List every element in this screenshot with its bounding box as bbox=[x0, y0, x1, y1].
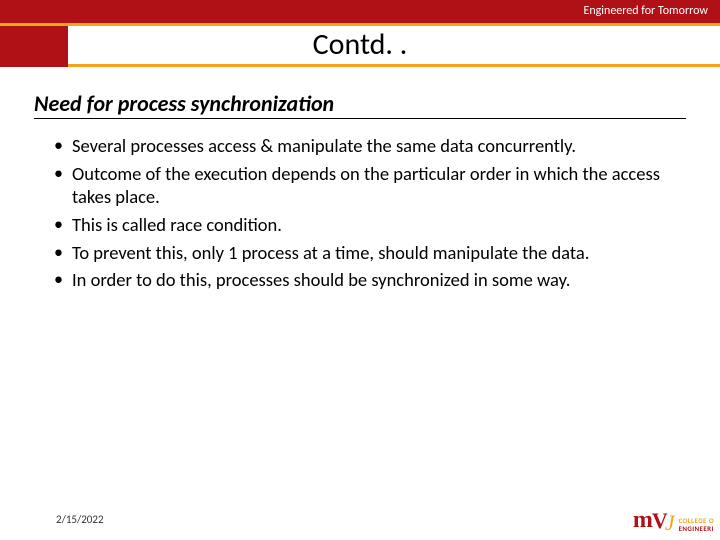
footer-date: 2/15/2022 bbox=[56, 513, 104, 526]
logo-text-line2: ENGINEERI bbox=[679, 525, 714, 532]
subtitle-rule bbox=[34, 118, 686, 119]
list-item: This is called race condition. bbox=[50, 213, 686, 237]
logo-mark: m V J bbox=[633, 508, 675, 532]
footer-logo: m V J COLLEGE O ENGINEERI bbox=[633, 508, 714, 532]
header-accent-band-lower bbox=[0, 64, 720, 67]
slide-title: Contd. . bbox=[0, 26, 720, 63]
tagline: Engineered for Tomorrow bbox=[583, 0, 708, 23]
subtitle: Need for process synchronization bbox=[34, 90, 334, 117]
list-item: Several processes access & manipulate th… bbox=[50, 134, 686, 158]
logo-letter-m: m bbox=[633, 508, 653, 532]
list-item: Outcome of the execution depends on the … bbox=[50, 162, 686, 209]
list-item: In order to do this, processes should be… bbox=[50, 268, 686, 292]
logo-text: COLLEGE O ENGINEERI bbox=[679, 517, 714, 532]
bullet-list: Several processes access & manipulate th… bbox=[50, 134, 686, 296]
slide: Engineered for Tomorrow Contd. . Need fo… bbox=[0, 0, 720, 540]
logo-letter-j: J bbox=[665, 512, 675, 534]
list-item: To prevent this, only 1 process at a tim… bbox=[50, 241, 686, 265]
